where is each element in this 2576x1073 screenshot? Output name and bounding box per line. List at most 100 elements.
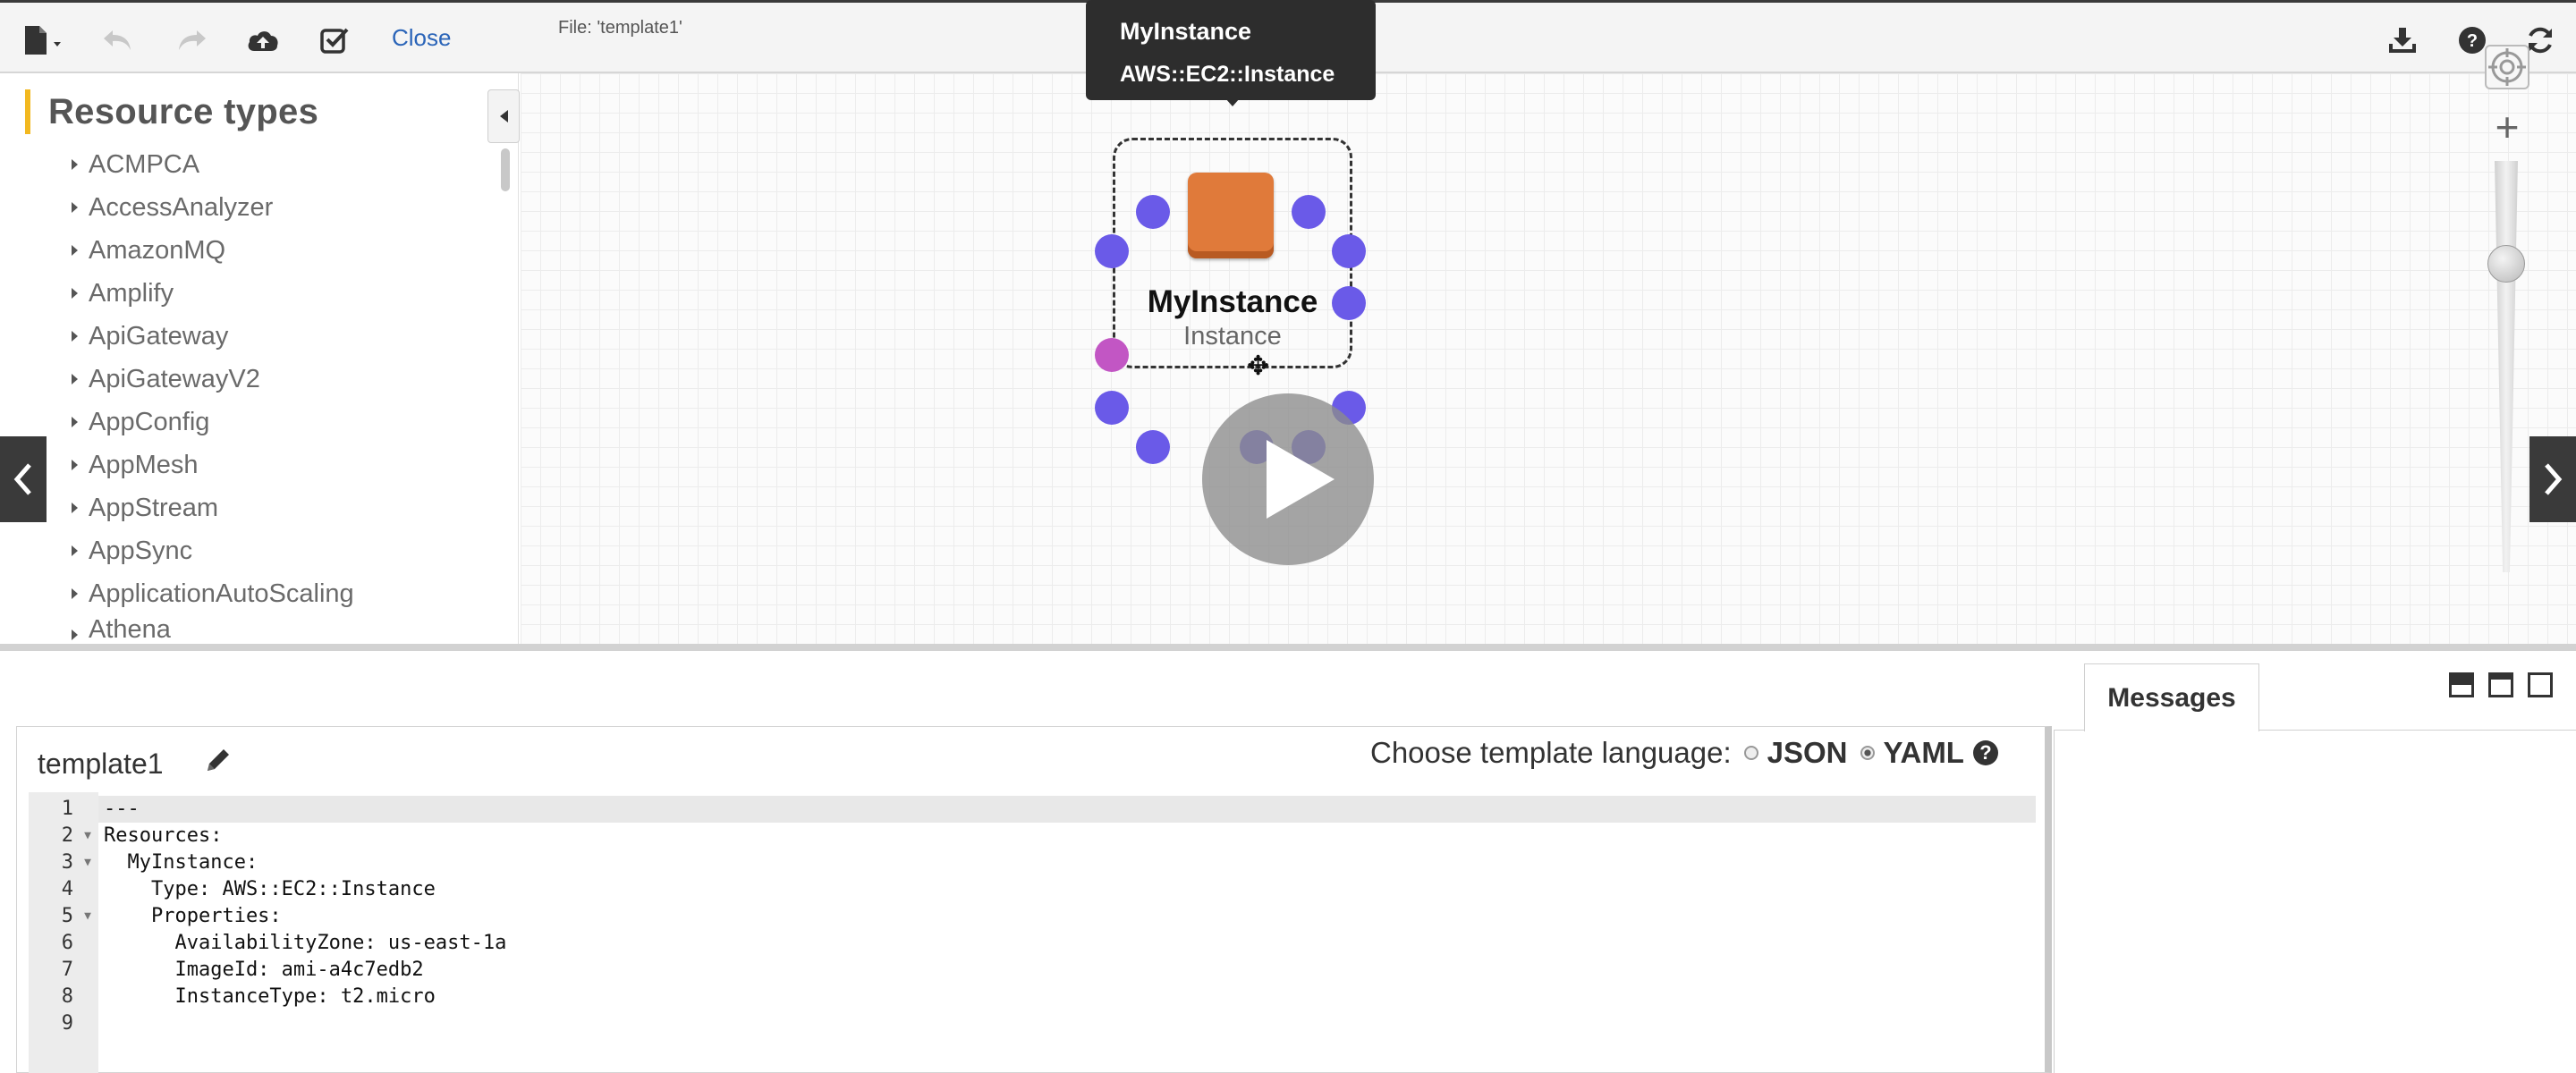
resource-type-label: AppStream	[89, 493, 219, 522]
json-radio[interactable]	[1743, 746, 1758, 760]
resource-types-panel: Resource types ACMPCA AccessAnalyzer Ama…	[0, 73, 519, 644]
expand-arrow-icon	[72, 288, 78, 299]
connection-port-active[interactable]	[1095, 338, 1129, 372]
file-menu-button[interactable]	[18, 21, 70, 60]
language-label: Choose template language:	[1370, 736, 1732, 769]
expand-arrow-icon	[72, 460, 78, 470]
resource-type-label: ApiGatewayV2	[89, 364, 260, 393]
resource-type-item[interactable]: ApiGatewayV2	[72, 358, 354, 401]
resource-type-item[interactable]: AccessAnalyzer	[72, 186, 354, 229]
collapse-panel-button[interactable]	[487, 89, 520, 143]
cloud-upload-icon	[248, 31, 278, 51]
yaml-option-label[interactable]: YAML	[1884, 736, 1964, 770]
close-button[interactable]: Close	[392, 24, 451, 52]
json-option-label[interactable]: JSON	[1767, 736, 1848, 770]
resource-type-item[interactable]: AppStream	[72, 486, 354, 529]
fit-to-canvas-button[interactable]	[2485, 45, 2529, 89]
tab-messages[interactable]: Messages	[2084, 663, 2259, 731]
code-line[interactable]: AvailabilityZone: us-east-1a	[104, 930, 506, 957]
chevron-right-icon	[2545, 463, 2563, 495]
file-icon	[25, 26, 61, 55]
connection-port[interactable]	[1095, 234, 1129, 268]
download-button[interactable]	[2383, 21, 2422, 60]
line-numbers: 1 2 ▼ 3 ▼ 4 5 ▼ 6 7 8 9	[29, 796, 98, 1037]
resource-type-item[interactable]: AppSync	[72, 529, 354, 572]
pencil-icon	[208, 749, 229, 771]
node-name: MyInstance	[1147, 284, 1318, 319]
edit-template-name-button[interactable]	[204, 746, 233, 782]
code-line[interactable]: ImageId: ami-a4c7edb2	[104, 957, 506, 984]
undo-icon	[104, 30, 131, 50]
video-play-button[interactable]	[1202, 393, 1374, 565]
panel-splitter[interactable]	[0, 644, 2576, 651]
next-slide-button[interactable]	[2529, 436, 2576, 522]
move-cursor-icon: ✥	[1247, 351, 1270, 381]
resource-type-item[interactable]: Athena	[72, 615, 354, 640]
connection-port[interactable]	[1332, 234, 1366, 268]
scrollbar-thumb[interactable]	[501, 148, 510, 191]
code-line[interactable]: Resources:	[104, 823, 506, 849]
expand-arrow-icon	[72, 588, 78, 599]
expand-arrow-icon	[72, 245, 78, 256]
connection-port[interactable]	[1332, 286, 1366, 320]
expand-arrow-icon	[72, 417, 78, 427]
code-line[interactable]: Type: AWS::EC2::Instance	[104, 876, 506, 903]
code-line[interactable]: Properties:	[104, 903, 506, 930]
expand-arrow-icon	[72, 545, 78, 556]
resource-type-item[interactable]: ApplicationAutoScaling	[72, 572, 354, 615]
design-canvas[interactable]	[521, 73, 2576, 644]
validate-template-button[interactable]	[315, 21, 354, 60]
yaml-radio[interactable]	[1860, 746, 1875, 760]
code-line[interactable]: ---	[104, 796, 506, 823]
line-number: 9	[61, 1012, 73, 1035]
zoom-in-button[interactable]: +	[2485, 106, 2529, 150]
fold-arrow-icon[interactable]: ▼	[84, 849, 91, 876]
create-stack-button[interactable]	[243, 21, 283, 60]
resource-type-item[interactable]: Amplify	[72, 272, 354, 315]
resource-types-title: Resource types	[48, 92, 319, 131]
minimize-panel-icon[interactable]	[2449, 672, 2474, 697]
validate-icon	[320, 28, 349, 54]
maximize-panel-icon[interactable]	[2528, 672, 2553, 697]
resource-list-scrollbar[interactable]	[497, 145, 512, 637]
fold-arrow-icon[interactable]: ▼	[84, 903, 91, 930]
resource-type-label: AppConfig	[89, 407, 210, 436]
code-line[interactable]	[104, 1010, 506, 1037]
resource-type-item[interactable]: AmazonMQ	[72, 229, 354, 272]
connection-port[interactable]	[1136, 195, 1170, 229]
code-editor[interactable]: --- Resources: MyInstance: Type: AWS::EC…	[104, 796, 506, 1037]
code-line[interactable]: MyInstance:	[104, 849, 506, 876]
zoom-slider-handle[interactable]	[2487, 245, 2525, 283]
resource-type-label: AppMesh	[89, 450, 199, 479]
expand-arrow-icon	[72, 629, 78, 640]
connection-port[interactable]	[1292, 195, 1326, 229]
svg-text:?: ?	[2467, 31, 2478, 51]
resource-types-header: Resource types	[25, 89, 318, 134]
resource-type-label: AmazonMQ	[89, 235, 226, 265]
code-line[interactable]: InstanceType: t2.micro	[104, 984, 506, 1010]
file-label: File: 'template1'	[558, 18, 682, 38]
expand-arrow-icon	[72, 202, 78, 213]
panel-layout-controls	[2449, 672, 2553, 697]
connection-port[interactable]	[1095, 391, 1129, 425]
line-number: 4	[61, 878, 73, 900]
resource-type-item[interactable]: AppMesh	[72, 444, 354, 486]
refresh-icon	[2529, 27, 2552, 54]
fold-arrow-icon[interactable]: ▼	[84, 823, 91, 849]
connection-port[interactable]	[1136, 430, 1170, 464]
resource-type-item[interactable]: ACMPCA	[72, 143, 354, 186]
line-number: 1	[61, 798, 73, 820]
resource-tooltip: MyInstance AWS::EC2::Instance	[1086, 0, 1376, 100]
help-icon: ?	[2459, 27, 2486, 54]
expand-arrow-icon	[72, 159, 78, 170]
redo-button[interactable]	[172, 21, 211, 60]
previous-slide-button[interactable]	[0, 436, 47, 522]
ec2-instance-icon	[1188, 173, 1274, 258]
resource-type-item[interactable]: AppConfig	[72, 401, 354, 444]
node-type: Instance	[1183, 322, 1282, 351]
restore-panel-icon[interactable]	[2488, 672, 2513, 697]
resource-type-item[interactable]: ApiGateway	[72, 315, 354, 358]
undo-button[interactable]	[98, 21, 138, 60]
language-help-icon[interactable]: ?	[1972, 740, 1998, 765]
template-name: template1	[38, 748, 164, 780]
